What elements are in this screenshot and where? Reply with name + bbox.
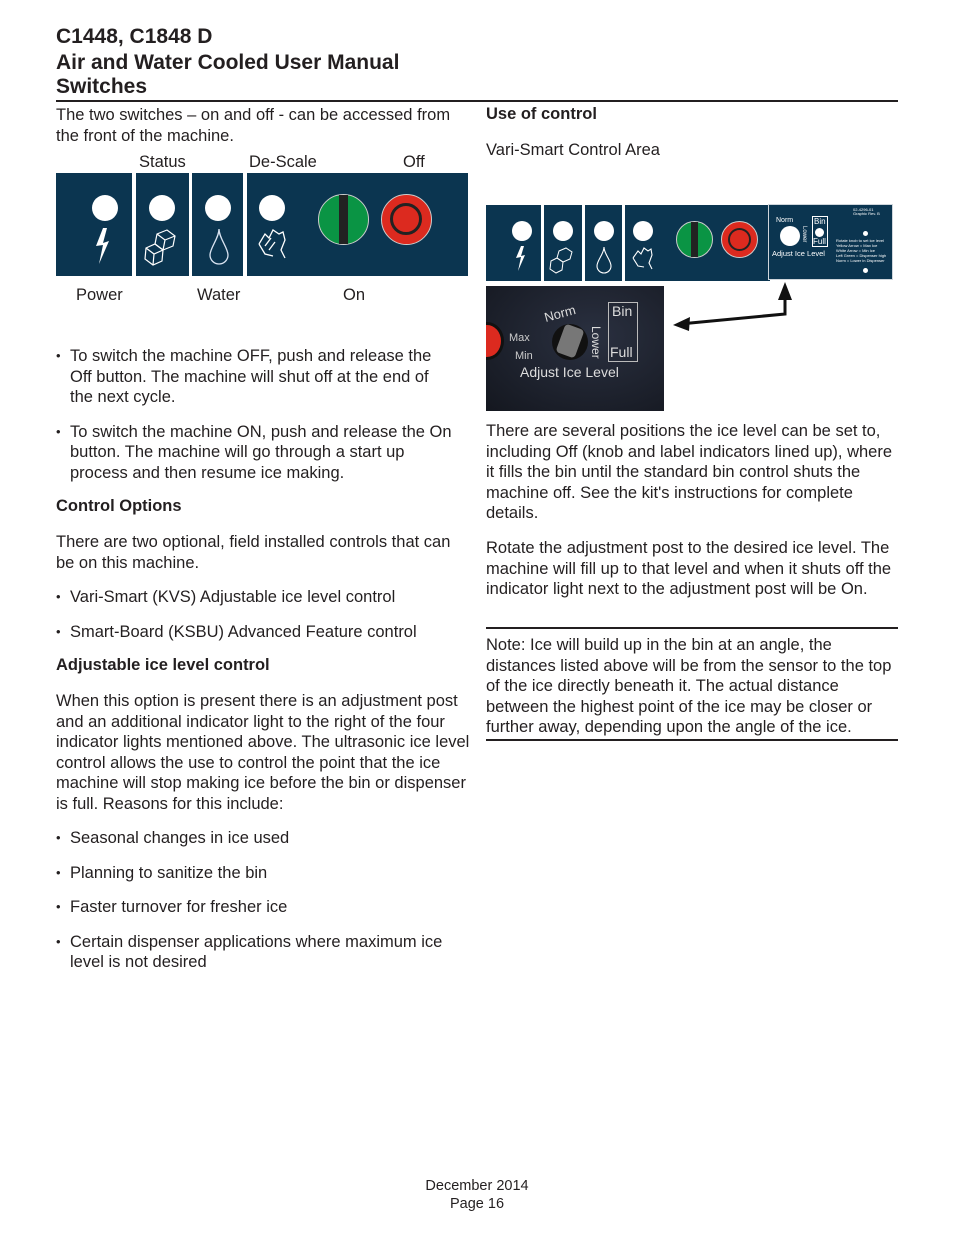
reasons-list: Seasonal changes in ice used Planning to… — [56, 828, 466, 987]
adjustable-text: When this option is present there is an … — [56, 692, 470, 813]
lower-label: Lower — [801, 226, 807, 243]
bin-label: Bin — [612, 303, 633, 319]
adjust-label: Adjust Ice Level — [520, 364, 619, 380]
label-water: Water — [197, 286, 241, 304]
off-button[interactable] — [381, 194, 432, 245]
descale-light — [259, 195, 285, 221]
page-number: Page 16 — [449, 1196, 505, 1212]
list-item: Planning to sanitize the bin — [56, 863, 466, 884]
list-item: To switch the machine OFF, push and rele… — [56, 346, 456, 408]
adjustable-heading: Adjustable ice level control — [56, 656, 270, 674]
ice-level-knob[interactable] — [780, 226, 800, 246]
use-of-control-heading: Use of control — [486, 105, 597, 123]
water-drop-icon — [596, 246, 612, 274]
list-item: To switch the machine ON, push and relea… — [56, 422, 456, 484]
max-label: Max — [509, 332, 530, 344]
bin-label: Bin — [814, 217, 826, 226]
on-button[interactable] — [676, 221, 713, 258]
on-button[interactable] — [318, 194, 369, 245]
graphic-rev: Graphic Rev. B — [853, 211, 880, 216]
note-rule-top — [486, 627, 898, 629]
power-light — [92, 195, 118, 221]
off-button[interactable] — [721, 221, 758, 258]
list-item: Seasonal changes in ice used — [56, 828, 466, 849]
label-power: Power — [76, 286, 123, 304]
manual-title: Air and Water Cooled User Manual — [56, 51, 400, 74]
positions-text: There are several positions the ice leve… — [486, 422, 893, 523]
water-drop-icon — [209, 228, 229, 265]
norm-label: Norm — [776, 217, 794, 224]
control-options-list: Vari-Smart (KVS) Adjustable ice level co… — [56, 587, 471, 656]
bin-full-light — [815, 228, 824, 237]
adjust-label: Adjust Ice Level — [772, 249, 825, 258]
label-status: Status — [139, 153, 186, 171]
control-area-label: Vari-Smart Control Area — [486, 141, 660, 159]
lightning-icon — [96, 228, 109, 264]
header-rule — [56, 100, 898, 102]
list-item: Certain dispenser applications where max… — [56, 932, 466, 973]
note-rule-bottom — [486, 739, 898, 741]
lower-label: Lower — [589, 326, 603, 359]
intro-text: The two switches – on and off - can be a… — [56, 106, 451, 145]
list-item: Vari-Smart (KVS) Adjustable ice level co… — [56, 587, 471, 608]
label-off: Off — [403, 153, 425, 171]
model-title: C1448, C1848 D — [56, 25, 213, 48]
rotate-text: Rotate the adjustment post to the desire… — [486, 539, 892, 599]
norm-label: Norm — [542, 302, 578, 325]
control-options-heading: Control Options — [56, 497, 182, 515]
panel-legend: Rotate knob to set ice level Yellow Arrow… — [836, 238, 887, 263]
control-options-text: There are two optional, field installed … — [56, 533, 451, 572]
footer: December 2014 Page 16 — [0, 1177, 954, 1213]
label-descale: De-Scale — [249, 153, 317, 171]
water-light — [205, 195, 231, 221]
list-item: Smart-Board (KSBU) Advanced Feature cont… — [56, 622, 471, 643]
status-light — [149, 195, 175, 221]
full-label: Full — [813, 237, 826, 246]
note-text: Note: Ice will build up in the bin at an… — [486, 636, 892, 737]
descale-hand-icon — [632, 247, 653, 270]
full-label: Full — [610, 344, 633, 360]
ice-cubes-icon — [549, 247, 573, 274]
double-arrow-icon — [673, 282, 792, 331]
list-item: Faster turnover for fresher ice — [56, 897, 466, 918]
header-title: C1448, C1848 D Air and Water Cooled User… — [56, 24, 399, 98]
descale-hand-icon — [258, 229, 286, 259]
footer-date: December 2014 — [425, 1178, 529, 1194]
knob-closeup-photo: Norm Lower Max Min Bin Full Adjust Ice L… — [486, 286, 664, 411]
section-title: Switches — [56, 75, 148, 98]
label-on: On — [343, 286, 366, 304]
lightning-icon — [516, 246, 525, 271]
ice-cubes-icon — [144, 229, 176, 266]
min-label: Min — [515, 350, 533, 362]
switch-instructions-list: To switch the machine OFF, push and rele… — [56, 346, 456, 498]
